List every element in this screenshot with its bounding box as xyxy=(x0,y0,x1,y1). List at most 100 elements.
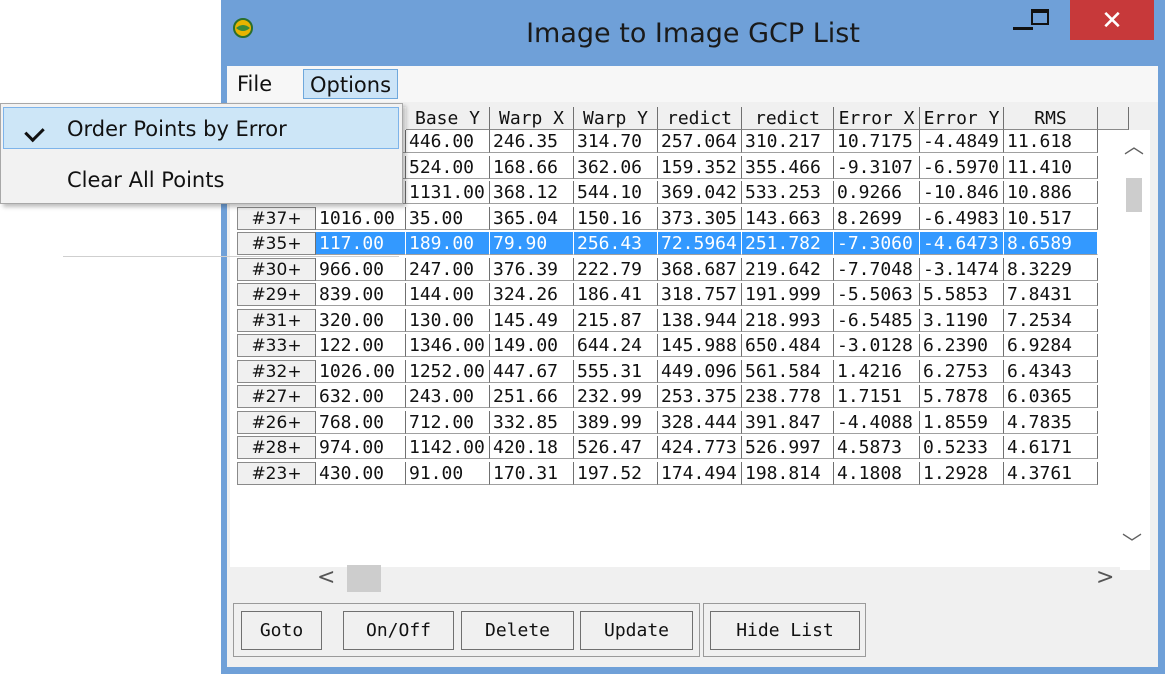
table-cell[interactable]: 524.00 xyxy=(406,155,490,179)
column-header[interactable]: Warp Y xyxy=(574,107,658,130)
onoff-button[interactable]: On/Off xyxy=(343,611,454,650)
table-cell[interactable]: 257.064 xyxy=(658,130,742,153)
table-cell[interactable]: 632.00 xyxy=(316,385,406,408)
table-cell[interactable]: 144.00 xyxy=(406,283,490,306)
table-cell[interactable]: -9.3107 xyxy=(834,155,920,179)
column-header[interactable]: redict xyxy=(658,107,742,130)
table-cell[interactable]: 391.847 xyxy=(742,410,834,434)
column-header[interactable]: RMS xyxy=(1004,107,1098,130)
table-cell[interactable]: 168.66 xyxy=(490,155,574,179)
table-cell[interactable]: 3.1190 xyxy=(920,308,1004,332)
table-cell[interactable]: 7.8431 xyxy=(1004,283,1098,306)
table-cell[interactable]: 4.1808 xyxy=(834,461,920,485)
table-cell[interactable]: 974.00 xyxy=(316,436,406,459)
update-button[interactable]: Update xyxy=(580,611,693,650)
table-cell[interactable]: 650.484 xyxy=(742,334,834,357)
hide-list-button[interactable]: Hide List xyxy=(710,611,860,650)
column-header-blank[interactable] xyxy=(1098,107,1129,130)
table-cell[interactable]: 8.6589 xyxy=(1004,232,1098,255)
table-cell[interactable]: 839.00 xyxy=(316,283,406,306)
table-cell[interactable]: 170.31 xyxy=(490,461,574,485)
horizontal-scroll-thumb[interactable] xyxy=(347,565,381,592)
table-cell[interactable]: 145.49 xyxy=(490,308,574,332)
table-cell[interactable]: 561.584 xyxy=(742,359,834,383)
table-cell[interactable]: 332.85 xyxy=(490,410,574,434)
table-cell[interactable]: 246.35 xyxy=(490,130,574,153)
menu-options[interactable]: Options xyxy=(303,69,399,99)
table-cell[interactable]: -3.1474 xyxy=(920,257,1004,281)
table-cell[interactable]: 256.43 xyxy=(574,232,658,255)
table-cell[interactable]: 197.52 xyxy=(574,461,658,485)
table-cell[interactable]: 5.5853 xyxy=(920,283,1004,306)
table-cell[interactable]: 122.00 xyxy=(316,334,406,357)
table-cell[interactable]: 1.8559 xyxy=(920,410,1004,434)
scroll-up-icon[interactable]: ︿ xyxy=(1124,130,1144,159)
table-cell[interactable]: 149.00 xyxy=(490,334,574,357)
table-cell[interactable]: 72.5964 xyxy=(658,232,742,255)
scroll-right-icon[interactable]: > xyxy=(1096,565,1114,590)
table-cell[interactable]: 7.2534 xyxy=(1004,308,1098,332)
table-cell[interactable]: 768.00 xyxy=(316,410,406,434)
table-cell[interactable]: 369.042 xyxy=(658,181,742,204)
table-cell[interactable]: 368.687 xyxy=(658,257,742,281)
menu-item-clear-all-points[interactable]: Clear All Points xyxy=(67,165,224,195)
table-cell[interactable]: 5.7878 xyxy=(920,385,1004,408)
table-cell[interactable]: -6.4983 xyxy=(920,206,1004,230)
table-cell[interactable]: 8.2699 xyxy=(834,206,920,230)
table-cell[interactable]: -4.6473 xyxy=(920,232,1004,255)
table-cell[interactable]: 1.7151 xyxy=(834,385,920,408)
table-cell[interactable]: 251.782 xyxy=(742,232,834,255)
table-cell[interactable]: 365.04 xyxy=(490,206,574,230)
row-header[interactable]: #31+ xyxy=(237,308,316,332)
table-cell[interactable]: 420.18 xyxy=(490,436,574,459)
table-cell[interactable]: 1026.00 xyxy=(316,359,406,383)
table-cell[interactable]: -6.5970 xyxy=(920,155,1004,179)
table-cell[interactable]: 232.99 xyxy=(574,385,658,408)
table-cell[interactable]: 143.663 xyxy=(742,206,834,230)
table-cell[interactable]: 446.00 xyxy=(406,130,490,153)
table-cell[interactable]: 1.4216 xyxy=(834,359,920,383)
table-cell[interactable]: 174.494 xyxy=(658,461,742,485)
row-header[interactable]: #27+ xyxy=(237,385,316,408)
column-header[interactable]: Error X xyxy=(834,107,920,130)
table-cell[interactable]: 4.5873 xyxy=(834,436,920,459)
horizontal-scrollbar[interactable] xyxy=(315,567,1099,593)
table-cell[interactable]: 247.00 xyxy=(406,257,490,281)
table-cell[interactable]: 362.06 xyxy=(574,155,658,179)
table-cell[interactable]: 10.886 xyxy=(1004,181,1098,204)
table-cell[interactable]: 6.2390 xyxy=(920,334,1004,357)
table-cell[interactable]: 222.79 xyxy=(574,257,658,281)
table-cell[interactable]: 320.00 xyxy=(316,308,406,332)
table-cell[interactable]: 0.9266 xyxy=(834,181,920,204)
table-cell[interactable]: 79.90 xyxy=(490,232,574,255)
table-cell[interactable]: 6.0365 xyxy=(1004,385,1098,408)
table-cell[interactable]: 10.7175 xyxy=(834,130,920,153)
table-cell[interactable]: 314.70 xyxy=(574,130,658,153)
table-cell[interactable]: 644.24 xyxy=(574,334,658,357)
table-cell[interactable]: 11.618 xyxy=(1004,130,1098,153)
row-header[interactable]: #28+ xyxy=(237,436,316,459)
table-cell[interactable]: 130.00 xyxy=(406,308,490,332)
table-cell[interactable]: 533.253 xyxy=(742,181,834,204)
table-cell[interactable]: 215.87 xyxy=(574,308,658,332)
table-cell[interactable]: 430.00 xyxy=(316,461,406,485)
table-cell[interactable]: 376.39 xyxy=(490,257,574,281)
row-header[interactable]: #32+ xyxy=(237,359,316,383)
table-cell[interactable]: 11.410 xyxy=(1004,155,1098,179)
table-cell[interactable]: -6.5485 xyxy=(834,308,920,332)
table-cell[interactable]: 186.41 xyxy=(574,283,658,306)
table-cell[interactable]: 191.999 xyxy=(742,283,834,306)
table-cell[interactable]: 424.773 xyxy=(658,436,742,459)
table-cell[interactable]: 310.217 xyxy=(742,130,834,153)
table-cell[interactable]: 526.47 xyxy=(574,436,658,459)
table-cell[interactable]: -3.0128 xyxy=(834,334,920,357)
table-cell[interactable]: -4.4088 xyxy=(834,410,920,434)
goto-button[interactable]: Goto xyxy=(241,611,322,650)
table-cell[interactable]: 324.26 xyxy=(490,283,574,306)
table-cell[interactable]: -7.3060 xyxy=(834,232,920,255)
table-cell[interactable]: 712.00 xyxy=(406,410,490,434)
column-header[interactable]: Error Y xyxy=(920,107,1004,130)
table-cell[interactable]: 150.16 xyxy=(574,206,658,230)
table-cell[interactable]: 253.375 xyxy=(658,385,742,408)
menu-item-order-by-error-label[interactable]: Order Points by Error xyxy=(67,114,287,144)
